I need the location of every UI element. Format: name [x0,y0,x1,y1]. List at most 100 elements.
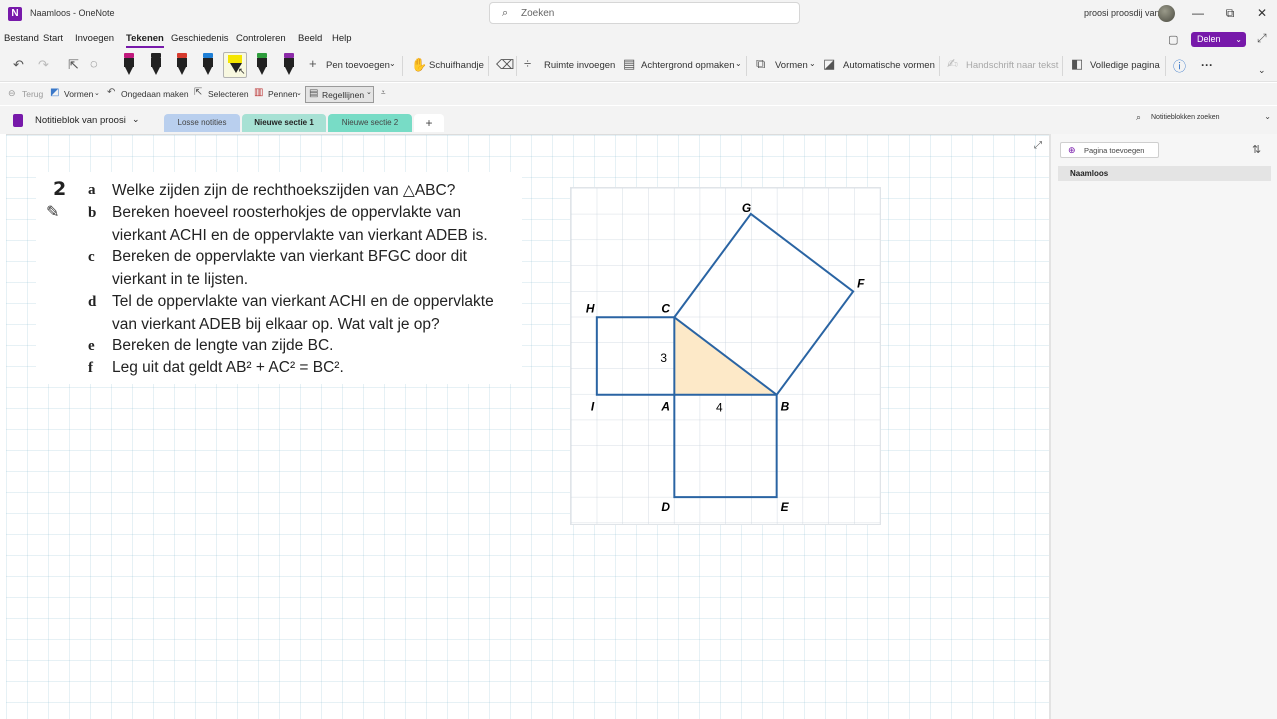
chevron-down-icon[interactable]: ⌄ [735,59,742,68]
undo-button[interactable]: Ongedaan maken [121,89,189,99]
tab-invoegen[interactable]: Invoegen [75,33,114,44]
auto-shapes-button[interactable]: Automatische vormen [843,60,935,71]
pen-purple[interactable] [282,53,296,77]
pencil-icon: ✎ [46,204,60,221]
label-h: H [586,301,595,315]
select-cursor-icon[interactable]: ⇱ [68,57,79,73]
pen-magenta[interactable] [122,53,136,77]
divider [488,56,489,76]
tab-bestand[interactable]: Bestand [4,33,39,44]
tab-beeld[interactable]: Beeld [298,33,322,44]
full-page-icon: ◧ [1071,56,1084,71]
question-text: van vierkant ADEB bij elkaar op. Wat val… [112,316,440,333]
redo-icon[interactable]: ↷ [38,57,49,73]
hand-icon: ✋ [411,57,428,72]
add-pen-button[interactable]: Pen toevoegen [326,60,390,71]
search-placeholder: Zoeken [521,8,555,19]
tab-help[interactable]: Help [332,33,352,44]
chevron-down-icon[interactable]: ⌄ [809,59,816,68]
pen-red[interactable] [175,53,189,77]
divider [516,56,517,76]
onenote-app-icon: N [8,7,22,21]
question-letter: a [88,182,96,198]
lasso-icon[interactable]: ◌ [90,56,98,71]
question-letter: e [88,338,95,354]
restore-button[interactable]: ⧉ [1222,6,1238,21]
divider [746,56,747,76]
label-c: C [661,301,670,315]
pen-cap [228,55,242,63]
chevron-down-icon[interactable]: ⌄ [132,114,140,125]
share-button[interactable]: Delen ⌄ [1191,32,1246,47]
search-icon: ⌕ [502,7,509,19]
notebook-view-icon[interactable]: ▢ [1168,33,1178,46]
add-page-button[interactable]: ⊕ Pagina toevoegen [1060,142,1159,158]
back-button[interactable]: Terug [22,89,43,99]
hand-tool-button[interactable]: Schuifhandje [429,60,484,71]
add-page-icon: ⊕ [1068,145,1076,155]
question-letter: c [88,249,95,265]
undo-icon: ↶ [107,87,116,98]
question-text: Bereken hoeveel roosterhokjes de oppervl… [112,204,461,221]
chevron-down-icon[interactable]: ⌄ [389,59,396,68]
chevron-down-icon[interactable]: ⌄ [296,89,302,97]
pens-icon: ▥ [254,87,264,98]
chevron-down-icon[interactable]: ⌄ [94,89,100,97]
more-options-button[interactable]: ··· [1201,58,1213,72]
minimize-button[interactable]: — [1190,6,1206,20]
section-tab-losse-notities[interactable]: Losse notities [164,114,240,132]
expand-icon[interactable]: ⤢ [1034,140,1042,151]
share-label: Delen [1197,34,1221,44]
close-button[interactable]: ✕ [1254,6,1270,20]
page-list-item[interactable]: Naamloos [1058,166,1271,181]
tab-start[interactable]: Start [43,33,63,44]
sort-icon[interactable]: ⇅ [1252,143,1261,156]
select-cursor-icon: ⇱ [194,87,203,98]
question-text: vierkant in te lijsten. [112,271,249,288]
rule-lines-label: Regellijnen [322,90,365,100]
pens-dropdown[interactable]: Pennen [268,89,297,99]
ink-to-text-button[interactable]: Handschrift naar tekst [966,60,1058,71]
search-input[interactable]: ⌕ Zoeken [489,2,800,24]
pythagoras-figure: G F H C I A B D E 3 4 [570,187,881,525]
help-icon[interactable]: ⓘ [1173,56,1186,75]
select-button[interactable]: Selecteren [208,89,249,99]
add-section-button[interactable]: + [414,114,444,132]
expand-ribbon-icon[interactable]: ⤢ [1257,31,1267,46]
shapes-button[interactable]: Vormen [775,60,808,71]
pen-yellow-highlighter[interactable]: ↖ [223,52,247,78]
full-page-button[interactable]: Volledige pagina [1090,60,1160,71]
label-e: E [781,500,790,514]
question-text: Bereken de oppervlakte van vierkant BFGC… [112,248,467,265]
pen-black[interactable] [149,53,163,77]
tab-controleren[interactable]: Controleren [236,33,286,44]
question-text: Tel de oppervlakte van vierkant ACHI en … [112,293,494,310]
question-letter: b [88,205,97,221]
chevron-down-icon[interactable]: ⌄ [1258,65,1266,76]
pen-blue[interactable] [201,53,215,77]
label-g: G [742,201,751,215]
user-name[interactable]: proosi proosdij van [1084,8,1160,18]
rule-lines-dropdown[interactable]: ▤ Regellijnen ⌄ [305,86,374,103]
tab-geschiedenis[interactable]: Geschiedenis [171,33,229,44]
tab-tekenen[interactable]: Tekenen [126,33,164,48]
back-arrow-icon: ⊖ [8,88,16,98]
avatar[interactable] [1158,5,1175,22]
rule-lines-icon: ▤ [309,88,319,99]
notebook-selector[interactable]: Notitieblok van proosi [35,115,126,126]
shapes-dropdown[interactable]: Vormen [64,89,93,99]
notebook-search[interactable]: ⌕ Notitieblokken zoeken ⌄ [1130,110,1275,126]
question-letter: d [88,294,97,310]
eraser-icon[interactable]: ⌫ [496,57,514,73]
pen-green[interactable] [255,53,269,77]
shapes-icon: ◩ [50,87,60,98]
section-tab-nieuwe-sectie-1[interactable]: Nieuwe sectie 1 [242,114,326,132]
auto-shapes-icon: ◪ [823,56,836,71]
insert-space-button[interactable]: Ruimte invoegen [544,60,615,71]
customize-toolbar-icon[interactable]: ⩡ [381,88,386,98]
section-tab-nieuwe-sectie-2[interactable]: Nieuwe sectie 2 [328,114,412,132]
drawing-toolbar: ⊖ Terug ◩ Vormen ⌄ ↶ Ongedaan maken ⇱ Se… [0,83,1277,105]
format-background-button[interactable]: Achtergrond opmaken [641,60,734,71]
undo-icon[interactable]: ↶ [13,57,24,73]
exercise-number: 2 [53,178,67,200]
